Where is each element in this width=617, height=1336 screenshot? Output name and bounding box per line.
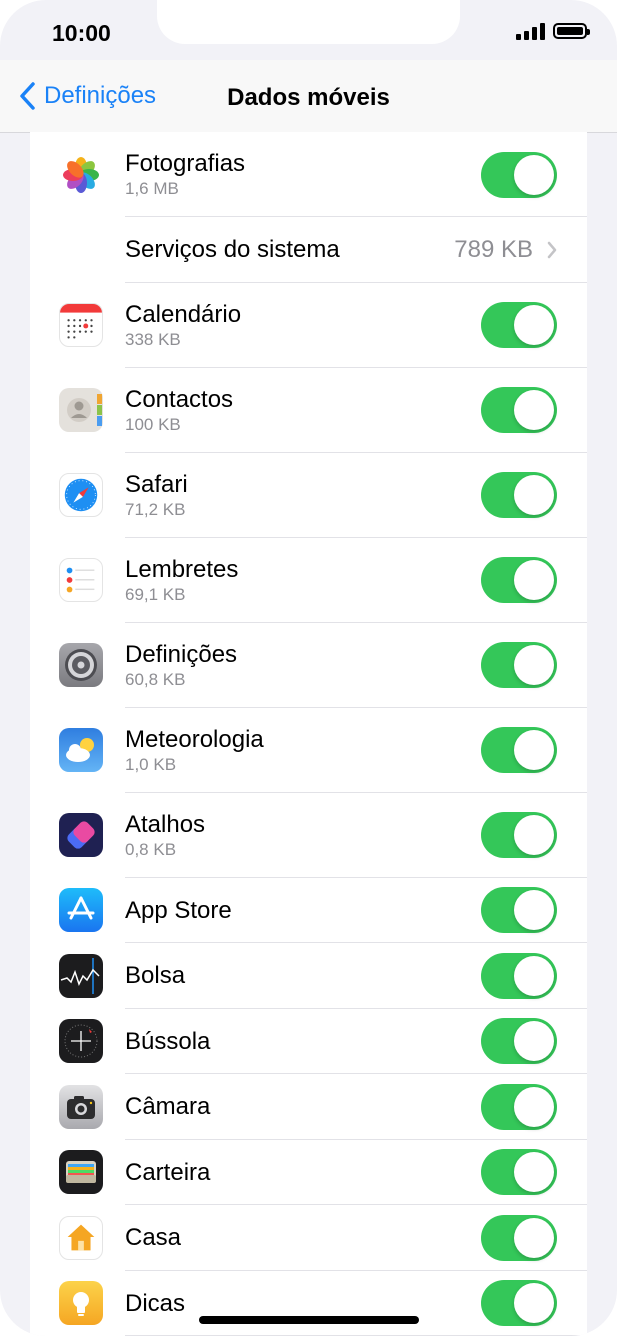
app-name: Carteira: [125, 1158, 211, 1186]
wallet-icon: [59, 1150, 103, 1195]
status-indicators: [516, 22, 590, 40]
toggle-contactos[interactable]: [481, 387, 557, 433]
app-name: Bússola: [125, 1027, 211, 1055]
app-usage: 71,2 KB: [125, 499, 186, 519]
app-usage: 100 KB: [125, 414, 181, 434]
list-item-calendario: Calendário 338 KB: [30, 283, 587, 368]
shortcuts-icon: [59, 813, 103, 857]
calendar-icon: [59, 303, 103, 347]
app-usage: 338 KB: [125, 329, 181, 349]
status-time: 10:00: [52, 20, 111, 46]
app-name: Atalhos: [125, 810, 206, 838]
toggle-definicoes[interactable]: [481, 642, 557, 688]
list-item-atalhos: Atalhos 0,8 KB: [30, 793, 587, 878]
toggle-camara[interactable]: [481, 1083, 557, 1130]
toggle-lembretes[interactable]: [481, 557, 557, 603]
settings-gear-icon: [59, 643, 103, 687]
app-usage: 0,8 KB: [125, 839, 177, 859]
system-services-label: Serviços do sistema: [125, 236, 340, 264]
app-name: Lembretes: [125, 555, 239, 583]
list-item-meteorologia: Meteorologia 1,0 KB: [30, 708, 587, 793]
app-usage: 69,1 KB: [125, 584, 186, 604]
app-name: App Store: [125, 896, 232, 924]
list-item-casa: Casa: [30, 1205, 587, 1271]
compass-icon: [59, 1019, 103, 1064]
list-item-camara: Câmara: [30, 1074, 587, 1140]
toggle-fotografias[interactable]: [481, 151, 557, 198]
toggle-calendario[interactable]: [481, 302, 557, 348]
toggle-bussola[interactable]: [481, 1018, 557, 1065]
app-usage: 1,0 KB: [125, 754, 177, 774]
cellular-data-app-list: Fotografias 1,6 MB Serviços do sistema 7…: [30, 132, 587, 1336]
reminders-icon: [59, 558, 103, 602]
cellular-signal-icon: [516, 22, 545, 40]
notch: [157, 0, 460, 44]
app-name: Meteorologia: [125, 725, 264, 753]
camera-icon: [59, 1084, 103, 1129]
list-item-dicas: Dicas: [30, 1271, 587, 1336]
list-item-contactos: Contactos 100 KB: [30, 368, 587, 453]
system-services-value: 789 KB: [454, 235, 533, 263]
list-item-lembretes: Lembretes 69,1 KB: [30, 538, 587, 623]
list-item-carteira: Carteira: [30, 1140, 587, 1205]
list-item-app-store: App Store: [30, 878, 587, 943]
app-name: Safari: [125, 470, 188, 498]
list-item-fotografias: Fotografias 1,6 MB: [30, 132, 587, 217]
home-icon: [59, 1215, 103, 1260]
photos-icon: [59, 152, 103, 197]
chevron-right-icon: [547, 241, 557, 258]
phone-screen: 10:00 Definições Dados móveis Fotografia…: [0, 0, 617, 1336]
page-title-text: Dados móveis: [227, 84, 390, 111]
page-title: Dados móveis: [0, 84, 617, 112]
app-usage: 60,8 KB: [125, 669, 186, 689]
home-indicator[interactable]: [199, 1316, 419, 1324]
app-store-icon: [59, 888, 103, 933]
list-item-bussola: Bússola: [30, 1009, 587, 1074]
app-name: Bolsa: [125, 962, 186, 990]
safari-icon: [59, 473, 103, 517]
app-name: Definições: [125, 640, 238, 668]
app-name: Contactos: [125, 385, 234, 413]
app-name: Calendário: [125, 300, 242, 328]
toggle-casa[interactable]: [481, 1214, 557, 1261]
list-item-bolsa: Bolsa: [30, 943, 587, 1009]
navigation-bar: Definições Dados móveis: [0, 60, 617, 133]
toggle-bolsa[interactable]: [481, 952, 557, 999]
app-name: Fotografias: [125, 150, 246, 177]
app-name: Casa: [125, 1224, 182, 1252]
stocks-icon: [59, 953, 103, 998]
app-name: Dicas: [125, 1289, 186, 1317]
list-item-safari: Safari 71,2 KB: [30, 453, 587, 538]
toggle-dicas[interactable]: [481, 1280, 557, 1327]
list-item-definicoes: Definições 60,8 KB: [30, 623, 587, 708]
system-services-value-wrap: 789 KB: [454, 217, 557, 283]
tips-icon: [59, 1281, 103, 1326]
toggle-safari[interactable]: [481, 472, 557, 518]
toggle-app-store[interactable]: [481, 887, 557, 934]
contacts-icon: [59, 388, 103, 432]
battery-icon: [553, 23, 590, 39]
app-usage: 1,6 MB: [125, 179, 179, 198]
toggle-meteorologia[interactable]: [481, 727, 557, 773]
toggle-atalhos[interactable]: [481, 812, 557, 858]
system-services-row[interactable]: Serviços do sistema 789 KB: [30, 217, 587, 283]
app-name: Câmara: [125, 1093, 211, 1121]
toggle-carteira[interactable]: [481, 1149, 557, 1196]
weather-icon: [59, 728, 103, 772]
